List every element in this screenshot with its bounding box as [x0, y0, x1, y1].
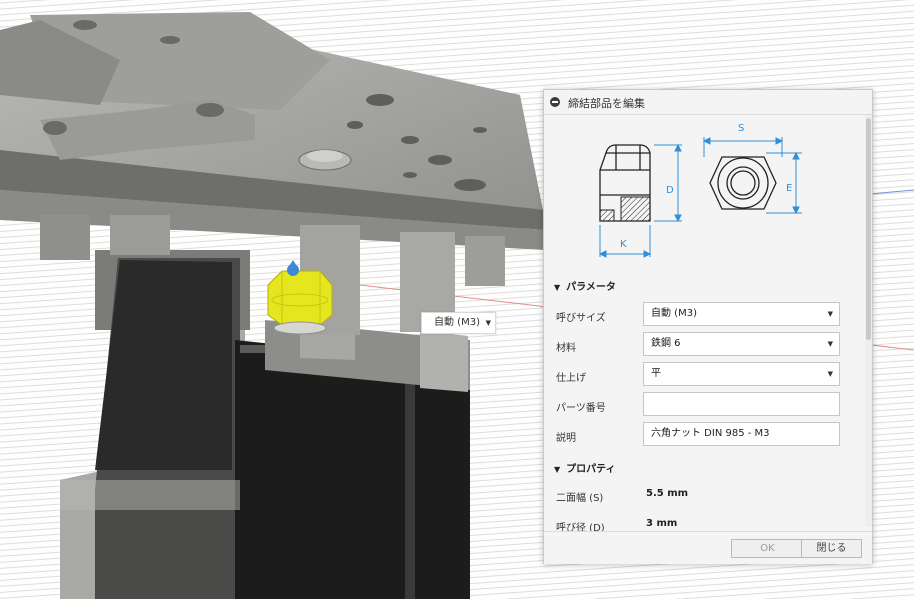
- close-button[interactable]: 閉じる: [801, 539, 862, 558]
- selected-nut[interactable]: [267, 270, 333, 335]
- chevron-down-icon: ▼: [827, 370, 833, 378]
- ok-button[interactable]: OK: [731, 539, 804, 558]
- dialog-scrollbar-thumb[interactable]: [866, 118, 871, 340]
- section-properties[interactable]: ▼ プロパティ: [554, 460, 616, 475]
- nut-dimension-diagram: D K S E: [598, 123, 802, 258]
- material-value: 鉄鋼 6: [651, 338, 681, 349]
- collapse-icon[interactable]: [550, 97, 560, 107]
- dim-label-s: S: [738, 123, 744, 134]
- dim-label-k: K: [620, 239, 627, 250]
- material-label: 材料: [556, 343, 576, 354]
- triangle-down-icon: ▼: [554, 465, 561, 474]
- dim-label-e: E: [786, 183, 792, 194]
- description-value: 六角ナット DIN 985 - M3: [651, 428, 770, 439]
- nominal-diameter-label: 呼び径 (D): [556, 523, 605, 531]
- section-parameters-label: パラメータ: [566, 282, 616, 293]
- width-across-flats-value: 5.5 mm: [646, 488, 689, 499]
- finish-value: 平: [651, 368, 661, 379]
- dialog-header: 締結部品を編集: [544, 90, 872, 115]
- finish-select[interactable]: 平 ▼: [643, 362, 840, 386]
- nominal-diameter-value: 3 mm: [646, 518, 678, 529]
- part-number-input[interactable]: [643, 392, 840, 416]
- dialog-body: D K S E ▼ パラメータ 呼びサイズ 自動 (M3) ▼ 材料 鉄鋼 6 …: [544, 115, 866, 531]
- triangle-down-icon: ▼: [554, 283, 561, 292]
- material-select[interactable]: 鉄鋼 6 ▼: [643, 332, 840, 356]
- canvas-size-dropdown[interactable]: 自動 (M3) ▼: [421, 312, 496, 334]
- nominal-size-label: 呼びサイズ: [556, 313, 606, 324]
- dialog-title: 締結部品を編集: [568, 97, 645, 110]
- description-input[interactable]: 六角ナット DIN 985 - M3: [643, 422, 840, 446]
- canvas-size-dropdown-value: 自動 (M3): [434, 317, 480, 328]
- section-parameters[interactable]: ▼ パラメータ: [554, 278, 616, 293]
- section-properties-label: プロパティ: [566, 464, 616, 475]
- nominal-size-select[interactable]: 自動 (M3) ▼: [643, 302, 840, 326]
- description-label: 説明: [556, 433, 576, 444]
- dialog-footer: OK 閉じる: [544, 531, 872, 564]
- dim-label-d: D: [666, 185, 674, 196]
- finish-label: 仕上げ: [556, 373, 586, 384]
- edit-fastener-dialog: 締結部品を編集 D K S E ▼ パラメータ 呼びサイズ 自動 (M3) ▼ …: [543, 89, 873, 564]
- width-across-flats-label: 二面幅 (S): [556, 493, 604, 504]
- chevron-down-icon: ▼: [827, 310, 833, 318]
- chevron-down-icon: ▼: [827, 340, 833, 348]
- nominal-size-value: 自動 (M3): [651, 308, 697, 319]
- chevron-down-icon: ▼: [485, 319, 491, 327]
- part-number-label: パーツ番号: [556, 403, 606, 414]
